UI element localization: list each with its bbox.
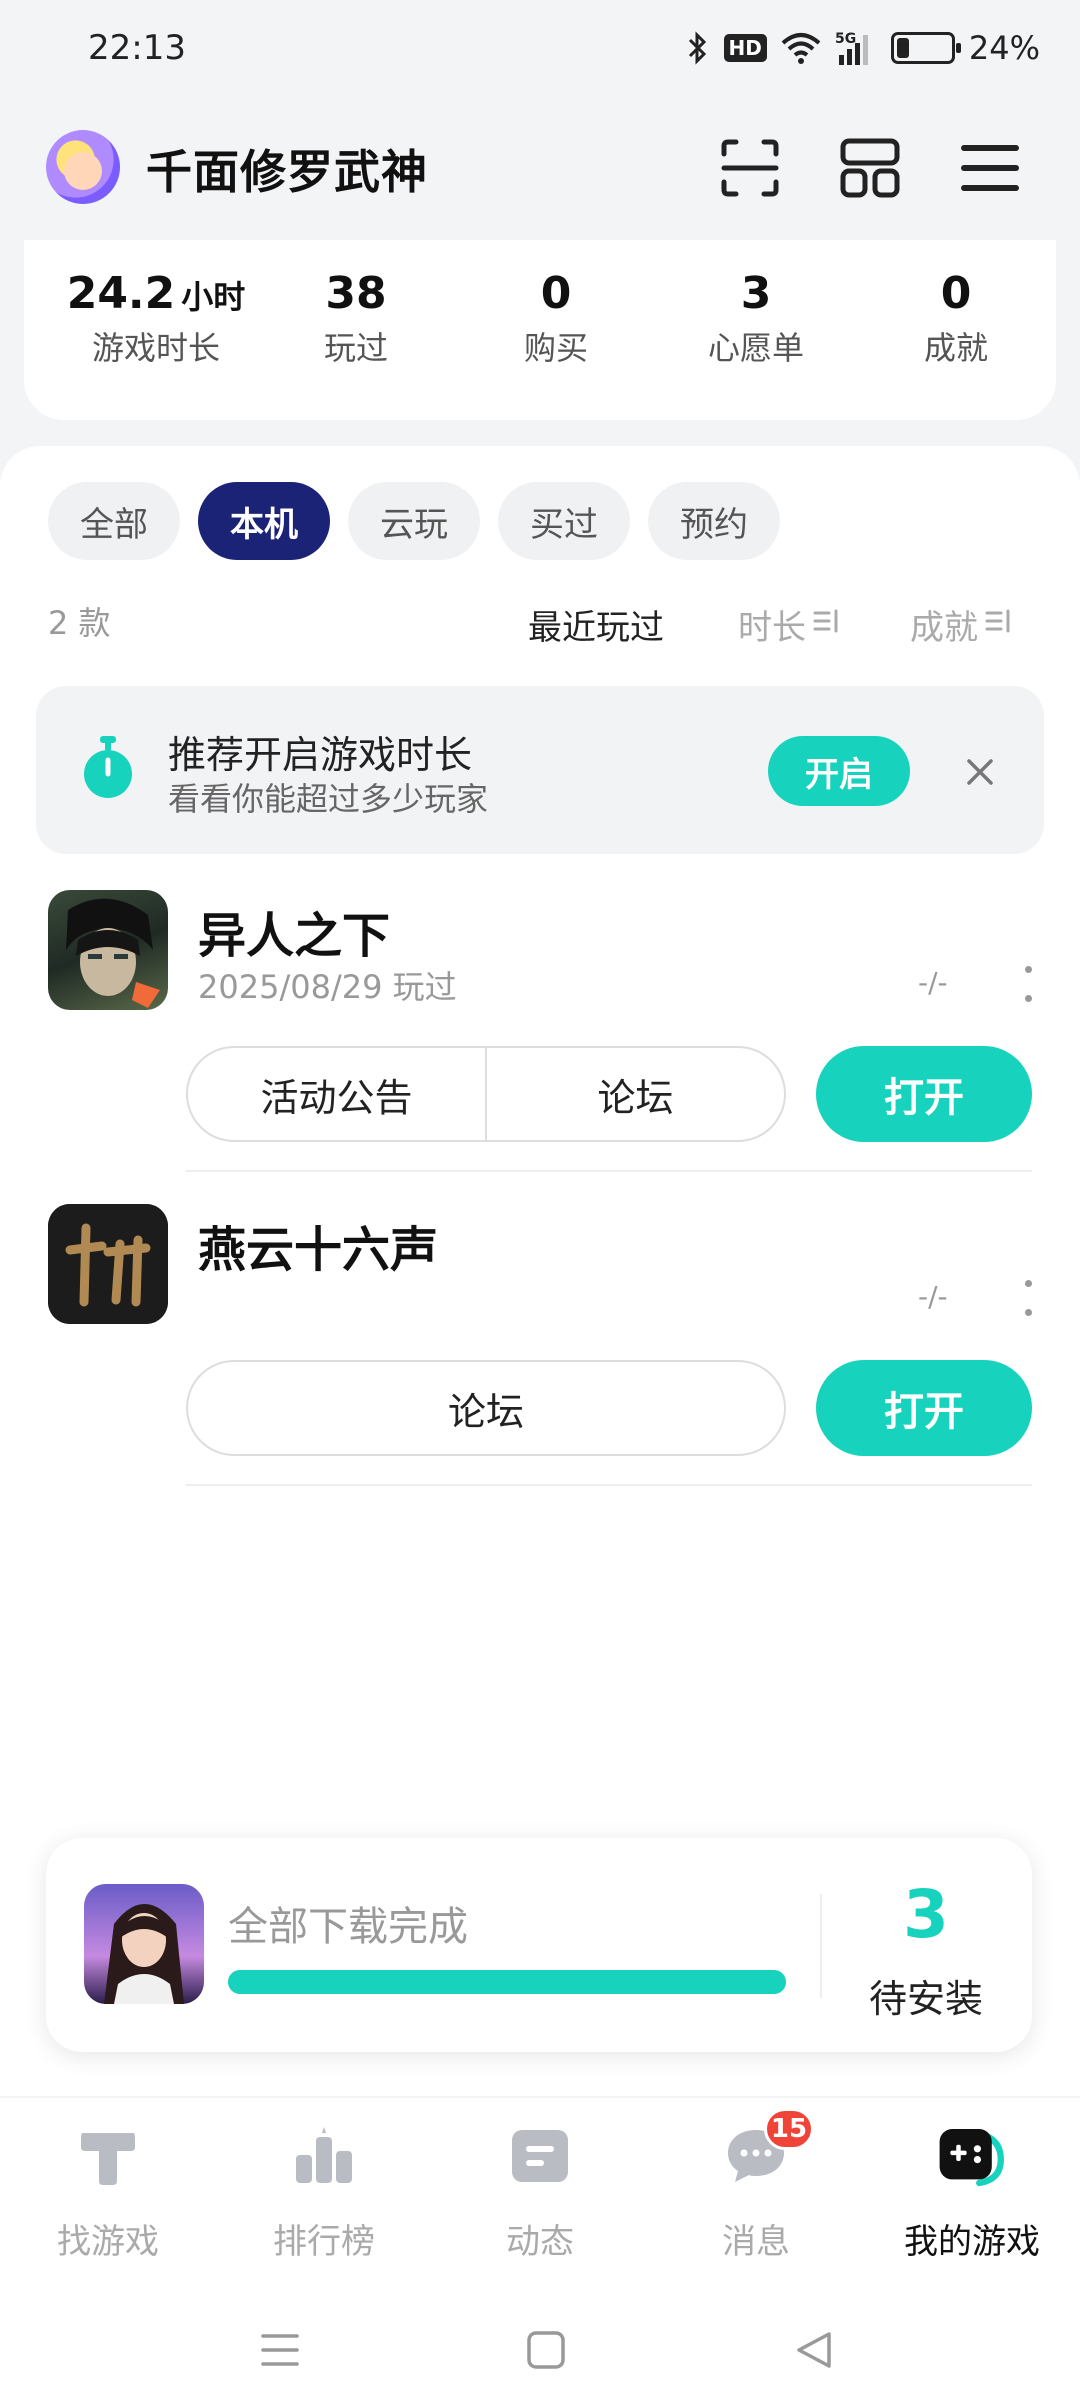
network-label: 5G (835, 31, 856, 47)
stopwatch-icon (80, 736, 136, 800)
download-status: 全部下载完成 (228, 1904, 468, 1950)
divider (186, 1170, 1032, 1172)
avatar[interactable] (46, 130, 120, 204)
game-count: 2 款 (48, 604, 111, 642)
chip-all[interactable]: 全部 (48, 482, 180, 560)
my-games-icon (936, 2120, 1008, 2192)
status-icons: HD 5G 24% (686, 22, 1040, 74)
game-meta: -/- (918, 966, 948, 999)
stat-played[interactable]: 38 玩过 (276, 268, 436, 369)
chip-cloud[interactable]: 云玩 (348, 482, 480, 560)
pending-install-label[interactable]: 待安装 (824, 1968, 1028, 2023)
chip-local[interactable]: 本机 (198, 482, 330, 560)
game-icon-yiren[interactable] (48, 890, 168, 1010)
stat-wishlist[interactable]: 3 心愿单 (676, 268, 836, 369)
open-game-button[interactable]: 打开 (816, 1360, 1032, 1456)
stat-achievements[interactable]: 0 成就 (876, 268, 1036, 369)
back-icon[interactable] (784, 2320, 844, 2380)
download-progress-bar (228, 1970, 786, 1994)
banner-title: 推荐开启游戏时长 (168, 733, 473, 777)
stat-value: 0 (540, 268, 572, 319)
game-last-played: 2025/08/29 玩过 (198, 968, 457, 1006)
sort-duration[interactable]: 时长 (738, 600, 842, 649)
stat-unit: 小时 (181, 278, 246, 316)
menu-icon[interactable] (952, 130, 1028, 206)
game-actions: 论坛 (186, 1360, 786, 1456)
more-options-icon[interactable] (1022, 1280, 1034, 1316)
close-icon[interactable] (956, 748, 1004, 796)
stat-label: 游戏时长 (91, 329, 220, 367)
open-game-button[interactable]: 打开 (816, 1046, 1032, 1142)
nav-messages[interactable]: 15 消息 (648, 2108, 864, 2263)
stat-label: 玩过 (323, 329, 388, 367)
download-game-thumbnail (84, 1884, 204, 2004)
stat-label: 购买 (523, 329, 588, 367)
nav-label: 排行榜 (273, 2222, 375, 2262)
nav-find-games[interactable]: 找游戏 (0, 2120, 216, 2263)
announcement-button[interactable]: 活动公告 (188, 1048, 485, 1140)
nav-my-games[interactable]: 我的游戏 (864, 2120, 1080, 2263)
username[interactable]: 千面修罗武神 (146, 136, 428, 202)
nav-feed[interactable]: 动态 (432, 2120, 648, 2263)
forum-button[interactable]: 论坛 (487, 1048, 784, 1140)
home-icon[interactable] (516, 2320, 576, 2380)
bluetooth-icon (686, 31, 710, 65)
game-meta: -/- (918, 1280, 948, 1313)
stat-value: 3 (740, 268, 772, 319)
game-name[interactable]: 异人之下 (198, 896, 390, 966)
divider (820, 1894, 822, 1998)
divider (186, 1484, 1032, 1486)
message-badge: 15 (764, 2108, 814, 2150)
stat-value: 38 (325, 268, 387, 319)
enable-playtime-button[interactable]: 开启 (768, 736, 910, 806)
game-name[interactable]: 燕云十六声 (198, 1210, 438, 1280)
more-options-icon[interactable] (1022, 966, 1034, 1002)
nav-label: 动态 (506, 2222, 574, 2262)
forum-button[interactable]: 论坛 (188, 1362, 784, 1454)
stat-label: 成就 (923, 329, 988, 367)
nav-label: 找游戏 (57, 2222, 159, 2262)
sort-label: 成就 (910, 608, 978, 648)
chip-reserved[interactable]: 预约 (648, 482, 780, 560)
battery-percent: 24% (968, 29, 1040, 67)
game-icon-yanyun[interactable] (48, 1204, 168, 1324)
game-actions: 活动公告 论坛 (186, 1046, 786, 1142)
avatar-face (64, 152, 102, 190)
find-games-icon (72, 2120, 144, 2192)
banner-subtitle: 看看你能超过多少玩家 (168, 780, 489, 818)
chip-bought[interactable]: 买过 (498, 482, 630, 560)
hd-badge: HD (723, 34, 767, 62)
sort-label: 最近玩过 (528, 608, 664, 648)
sort-achievements[interactable]: 成就 (910, 600, 1014, 649)
nav-label: 消息 (722, 2222, 790, 2262)
nav-label: 我的游戏 (904, 2222, 1040, 2262)
nav-rankings[interactable]: 排行榜 (216, 2120, 432, 2263)
stat-play-time[interactable]: 24.2 小时 游戏时长 (52, 268, 260, 369)
apps-grid-icon[interactable] (832, 130, 908, 206)
stat-purchased[interactable]: 0 购买 (476, 268, 636, 369)
feed-icon (504, 2120, 576, 2192)
rankings-icon (288, 2120, 360, 2192)
cellular-icon: 5G (835, 29, 877, 67)
status-time: 22:13 (88, 28, 186, 68)
wifi-icon (781, 31, 821, 65)
sort-icon (812, 605, 842, 645)
stat-label: 心愿单 (707, 329, 804, 367)
battery-icon (890, 32, 961, 64)
stat-value: 0 (940, 268, 972, 319)
stat-value: 24.2 (66, 268, 176, 319)
messages-icon: 15 (720, 2108, 814, 2192)
pending-install-count[interactable]: 3 (824, 1876, 1028, 1953)
sort-recent[interactable]: 最近玩过 (528, 600, 664, 649)
scan-icon[interactable] (712, 130, 788, 206)
battery-fill (896, 38, 909, 58)
recent-apps-icon[interactable] (250, 2320, 310, 2380)
sort-label: 时长 (738, 608, 806, 648)
sort-icon (984, 605, 1014, 645)
